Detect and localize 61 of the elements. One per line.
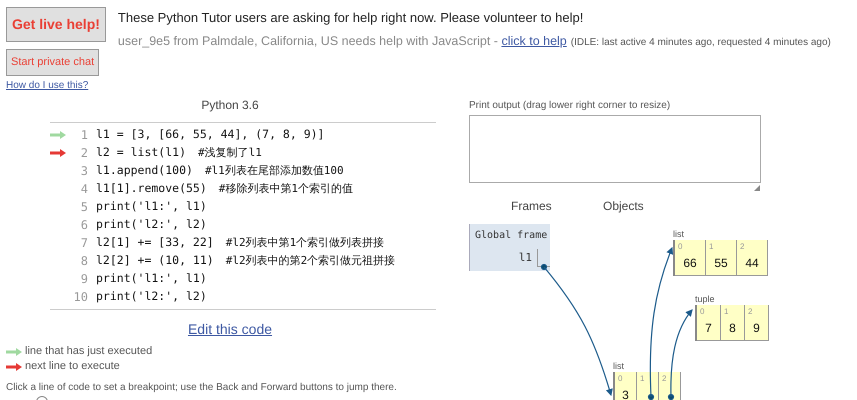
code-line[interactable]: print('l1:', l1) [96, 198, 207, 216]
breakpoint-hint: Click a line of code to set a breakpoint; use the Back and Forward buttons to jump there. [6, 381, 398, 395]
edit-code-link[interactable]: Edit this code [188, 321, 272, 337]
element-index: 2 [662, 373, 666, 385]
help-request-text: user_9e5 from Palmdale, California, US needs help with JavaScript - [118, 32, 499, 50]
line-number: 4 [80, 181, 88, 198]
element-index: 0 [618, 373, 622, 385]
code-comment: #移除列表中第1个索引的值 [218, 180, 354, 197]
code-line[interactable]: print('l1:', l1) [96, 270, 207, 288]
objects-heading: Objects [603, 198, 644, 215]
element-value: 9 [752, 320, 761, 337]
code-line[interactable]: print('l2:', l2) [96, 216, 207, 234]
line-number: 7 [80, 235, 88, 252]
line-number: 5 [80, 199, 88, 216]
code-line[interactable]: l2[1] += [33, 22] [96, 234, 214, 252]
resize-grip-icon[interactable] [754, 185, 760, 191]
line-number: 2 [80, 145, 88, 162]
click-to-help-link[interactable]: click to help [501, 32, 567, 50]
line-number: 8 [80, 253, 88, 270]
element-index: 0 [700, 306, 704, 318]
line-number: 1 [80, 127, 88, 144]
object-type-label: list [673, 228, 685, 240]
element-value: 7 [704, 320, 713, 337]
code-comment: #l1列表在尾部添加数值100 [204, 162, 344, 179]
element-index: 1 [640, 373, 644, 385]
element-value: 3 [621, 387, 630, 400]
element-value: 66 [682, 255, 698, 272]
print-output-box[interactable] [469, 115, 761, 183]
code-comment: #浅复制了l1 [198, 144, 262, 161]
idle-note: (IDLE: last active 4 minutes ago, requested 4 minutes ago) [570, 36, 831, 50]
code-line[interactable]: l1[1].remove(55) [96, 180, 207, 198]
element-index: 2 [748, 306, 752, 318]
language-label: Python 3.6 [200, 97, 260, 114]
code-line[interactable]: l1.append(100) [96, 162, 193, 180]
code-line[interactable]: l2 = list(l1) [96, 144, 186, 162]
element-index: 0 [678, 241, 682, 253]
frames-heading: Frames [511, 198, 552, 215]
how-to-use-link[interactable]: How do I use this? [6, 78, 88, 92]
object-type-label: tuple [695, 293, 716, 305]
object-type-label: list [613, 360, 625, 372]
code-line[interactable]: print('l2:', l2) [96, 288, 207, 306]
element-value: 44 [744, 255, 760, 272]
element-index: 1 [724, 306, 728, 318]
frame-title: Global frame [474, 229, 548, 243]
code-line[interactable]: l1 = [3, [66, 55, 44], (7, 8, 9)] [96, 126, 324, 144]
element-index: 1 [709, 241, 714, 253]
line-number: 9 [80, 271, 88, 288]
line-number: 6 [80, 217, 88, 234]
code-line[interactable]: l2[2] += (10, 11) [96, 252, 214, 270]
element-value: 55 [713, 255, 729, 272]
code-comment: #l2列表中的第2个索引做元祖拼接 [226, 252, 396, 269]
line-number: 3 [80, 163, 88, 180]
variable-name: l1 [518, 250, 532, 266]
element-index: 2 [740, 241, 744, 253]
legend-text: line that has just executed [25, 344, 152, 360]
code-comment: #l2列表中第1个索引做列表拼接 [226, 234, 384, 251]
element-value: 8 [728, 320, 737, 337]
legend-text: next line to execute [25, 359, 120, 374]
help-headline: These Python Tutor users are asking for help right now. Please volunteer to help! [118, 9, 584, 27]
line-number: 10 [72, 289, 88, 306]
output-label: Print output (drag lower right corner to resize) [469, 99, 672, 113]
